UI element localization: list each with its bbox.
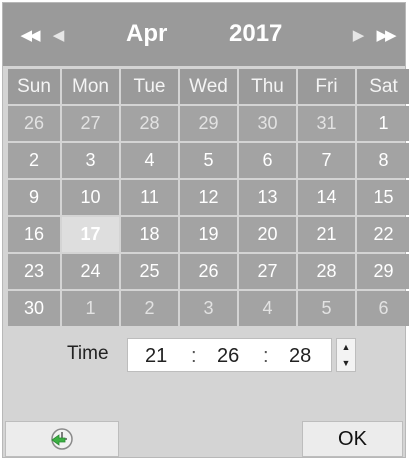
day-cell[interactable]: 28 [298, 254, 355, 289]
day-cell[interactable]: 29 [180, 106, 237, 141]
day-cell[interactable]: 22 [357, 217, 409, 252]
calendar-grid: Sun Mon Tue Wed Thu Fri Sat 26 27 28 29 30 31 1 2 3 4 5 6 7… [8, 69, 409, 326]
day-cell[interactable]: 3 [62, 143, 119, 178]
day-cell[interactable]: 21 [298, 217, 355, 252]
day-cell[interactable]: 13 [239, 180, 296, 215]
time-separator: : [263, 345, 269, 367]
day-cell[interactable]: 4 [239, 291, 296, 326]
triangle-down-icon: ▼ [341, 358, 351, 368]
time-row: Time 21 : 26 : 28 ▲ ▼ [3, 330, 405, 380]
next-month-button[interactable]: ▶ [345, 25, 369, 45]
spin-up-button[interactable]: ▲ [337, 339, 355, 355]
year-label[interactable]: 2017 [229, 17, 282, 51]
day-cell[interactable]: 6 [239, 143, 296, 178]
day-cell[interactable]: 4 [121, 143, 178, 178]
clock-icon [51, 428, 73, 450]
day-cell[interactable]: 19 [180, 217, 237, 252]
triangle-left-icon: ◀ [52, 27, 64, 44]
day-cell[interactable]: 3 [180, 291, 237, 326]
day-cell[interactable]: 10 [62, 180, 119, 215]
day-cell[interactable]: 12 [180, 180, 237, 215]
day-cell[interactable]: 2 [8, 143, 60, 178]
day-cell[interactable]: 28 [121, 106, 178, 141]
ok-button[interactable]: OK [302, 421, 403, 457]
day-cell[interactable]: 30 [8, 291, 60, 326]
triangle-up-icon: ▲ [341, 342, 351, 352]
seconds-field[interactable]: 28 [289, 345, 311, 368]
time-input[interactable]: 21 : 26 : 28 [127, 338, 332, 372]
day-cell[interactable]: 27 [239, 254, 296, 289]
day-cell[interactable]: 29 [357, 254, 409, 289]
double-chevron-right-icon: ▶▶ [376, 27, 396, 44]
time-spinner: ▲ ▼ [336, 338, 356, 372]
next-year-button[interactable]: ▶▶ [373, 25, 397, 45]
calendar-header: ◀◀ ◀ Apr 2017 ▶ ▶▶ [3, 3, 405, 66]
day-cell[interactable]: 7 [298, 143, 355, 178]
day-cell[interactable]: 11 [121, 180, 178, 215]
day-cell[interactable]: 14 [298, 180, 355, 215]
day-cell[interactable]: 20 [239, 217, 296, 252]
day-cell[interactable]: 26 [180, 254, 237, 289]
day-cell[interactable]: 1 [62, 291, 119, 326]
prev-year-button[interactable]: ◀◀ [17, 25, 41, 45]
weekday-header: Mon [62, 69, 119, 104]
month-label[interactable]: Apr [126, 17, 167, 51]
day-cell[interactable]: 5 [298, 291, 355, 326]
day-cell[interactable]: 30 [239, 106, 296, 141]
weekday-header: Tue [121, 69, 178, 104]
ok-button-label: OK [338, 427, 367, 450]
time-label: Time [67, 343, 109, 364]
day-cell[interactable]: 6 [357, 291, 409, 326]
day-cell[interactable]: 15 [357, 180, 409, 215]
day-cell[interactable]: 31 [298, 106, 355, 141]
hours-field[interactable]: 21 [145, 345, 167, 368]
day-cell[interactable]: 1 [357, 106, 409, 141]
day-cell[interactable]: 2 [121, 291, 178, 326]
prev-month-button[interactable]: ◀ [45, 25, 69, 45]
weekday-header: Thu [239, 69, 296, 104]
weekday-header: Sun [8, 69, 60, 104]
day-cell[interactable]: 24 [62, 254, 119, 289]
double-chevron-left-icon: ◀◀ [20, 27, 40, 44]
day-cell[interactable]: 16 [8, 217, 60, 252]
spin-down-button[interactable]: ▼ [337, 355, 355, 371]
calendar-widget: ◀◀ ◀ Apr 2017 ▶ ▶▶ Sun Mon Tue Wed Thu Fri Sat… [2, 2, 409, 458]
minutes-field[interactable]: 26 [217, 345, 239, 368]
selected-day-cell[interactable]: 17 [62, 217, 119, 252]
weekday-header: Sat [357, 69, 409, 104]
day-cell[interactable]: 18 [121, 217, 178, 252]
triangle-right-icon: ▶ [352, 27, 364, 44]
day-cell[interactable]: 26 [8, 106, 60, 141]
day-cell[interactable]: 25 [121, 254, 178, 289]
time-separator: : [191, 345, 197, 367]
day-cell[interactable]: 23 [8, 254, 60, 289]
weekday-header: Fri [298, 69, 355, 104]
weekday-header: Wed [180, 69, 237, 104]
day-cell[interactable]: 5 [180, 143, 237, 178]
today-button[interactable] [5, 421, 119, 457]
day-cell[interactable]: 27 [62, 106, 119, 141]
day-cell[interactable]: 8 [357, 143, 409, 178]
day-cell[interactable]: 9 [8, 180, 60, 215]
